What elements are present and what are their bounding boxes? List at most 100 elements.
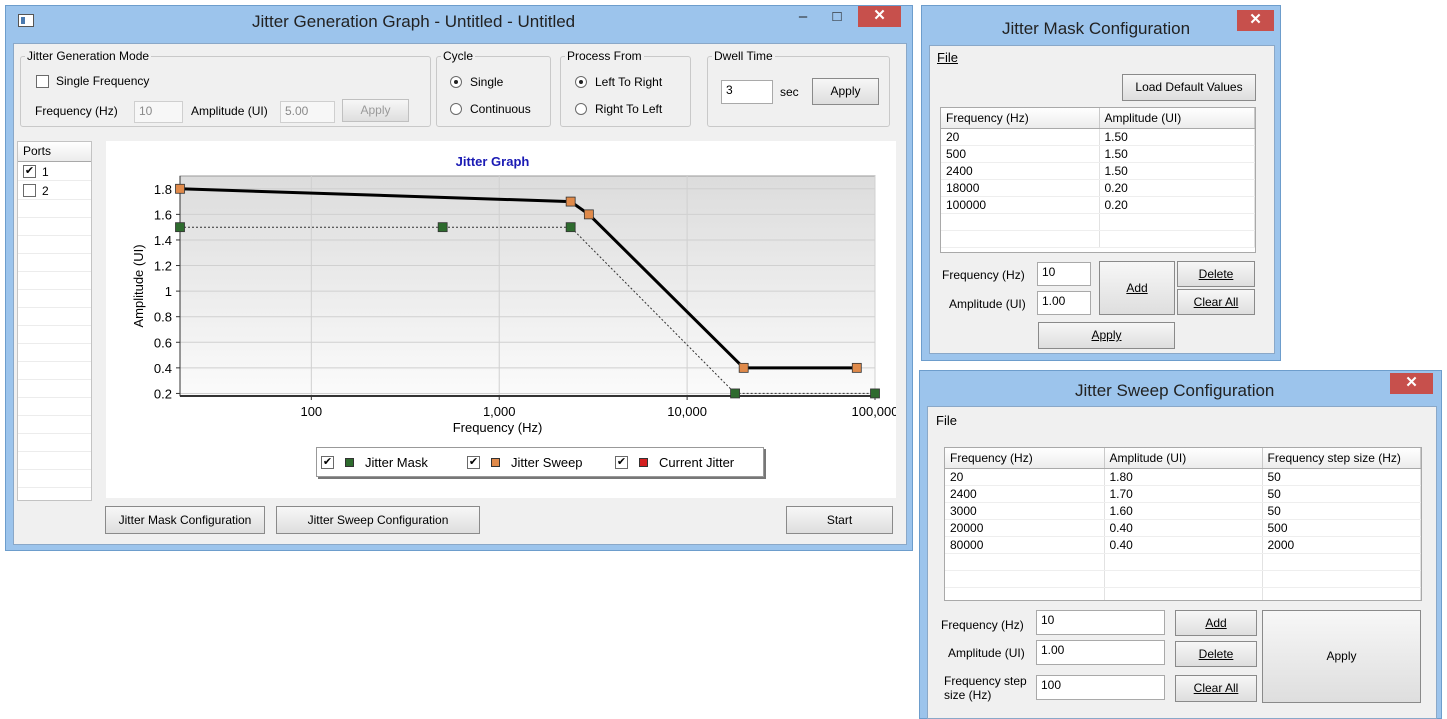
right-to-left-radio[interactable] [575,103,587,115]
mode-amplitude-input[interactable]: 5.00 [280,101,335,123]
mask-amplitude-label: Amplitude (UI) [949,297,1026,311]
table-row[interactable]: 3000 1.60 50 [945,502,1421,520]
sweep-titlebar[interactable]: Jitter Sweep Configuration ✕ [920,371,1441,401]
table-cell: 20000 [945,519,1105,537]
port-empty-row [18,272,91,290]
mask-close-button[interactable]: ✕ [1237,10,1274,31]
main-window-title: Jitter Generation Graph - Untitled - Unt… [252,12,576,31]
jitter-generation-window: Jitter Generation Graph - Untitled - Unt… [5,5,913,551]
table-cell: 1.50 [1099,145,1255,163]
table-cell: 18000 [941,179,1100,197]
port-empty-row [18,434,91,452]
sweep-apply-button[interactable]: Apply [1262,610,1421,703]
table-row[interactable]: 2400 1.70 50 [945,485,1421,503]
table-cell: 500 [941,145,1100,163]
main-close-button[interactable]: ✕ [858,6,901,27]
jitter-sweep-point [175,183,185,194]
dwell-apply-button[interactable]: Apply [812,78,879,105]
table-cell: 1.50 [1099,162,1255,180]
table-cell [1104,570,1263,588]
mask-frequency-input[interactable]: 10 [1037,262,1091,286]
sweep-amplitude-input[interactable]: 1.00 [1036,640,1165,665]
load-default-values-button[interactable]: Load Default Values [1122,74,1256,101]
single-frequency-checkbox[interactable] [36,75,49,88]
sweep-col-amplitude[interactable]: Amplitude (UI) [1104,448,1263,469]
table-row[interactable]: 20 1.50 [941,128,1255,146]
legend-label: Current Jitter [659,455,735,470]
sweep-file-menu[interactable]: File [936,413,957,428]
legend-checkbox[interactable]: ✔ [615,456,628,469]
cycle-continuous-radio[interactable] [450,103,462,115]
sweep-col-step[interactable]: Frequency step size (Hz) [1262,448,1421,469]
mode-apply-button[interactable]: Apply [342,99,409,122]
legend-checkbox[interactable]: ✔ [321,456,334,469]
mask-col-frequency[interactable]: Frequency (Hz) [941,108,1100,129]
port-item[interactable]: 2 [18,181,91,200]
sweep-step-input[interactable]: 100 [1036,675,1165,700]
table-row[interactable]: 20 1.80 50 [945,468,1421,486]
port-empty-row [18,470,91,488]
jitter-sweep-point [583,209,594,220]
y-axis-label: Amplitude (UI) [131,244,146,327]
port-checkbox[interactable]: ✔ [23,165,36,178]
x-axis-label: Frequency (Hz) [453,420,543,435]
mode-frequency-input[interactable]: 10 [134,101,183,123]
jitter-sweep-config-button[interactable]: Jitter Sweep Configuration [276,506,480,534]
table-cell [945,553,1105,571]
sweep-client-area: File Frequency (Hz) Amplitude (UI) Frequ… [927,406,1437,719]
sweep-clear-all-button[interactable]: Clear All [1175,675,1257,702]
sweep-close-button[interactable]: ✕ [1390,373,1433,394]
table-row[interactable]: 500 1.50 [941,145,1255,163]
table-cell: 0.20 [1099,179,1255,197]
mask-delete-button[interactable]: Delete [1177,261,1255,287]
table-empty-row [945,570,1421,588]
mask-apply-button[interactable]: Apply [1038,322,1175,349]
jitter-graph: 1.8 1.6 1.4 1.2 1 0.8 0.6 0.4 0.2 100 1,000 10,000 1… [131,154,896,435]
table-row[interactable]: 80000 0.40 2000 [945,536,1421,554]
minimize-icon[interactable]: – [790,8,816,26]
port-label: 2 [42,184,49,198]
table-cell: 1.70 [1104,485,1263,503]
sweep-frequency-label: Frequency (Hz) [941,618,1024,632]
table-empty-row [941,213,1255,231]
mask-amplitude-input[interactable]: 1.00 [1037,291,1091,315]
sweep-frequency-input[interactable]: 10 [1036,610,1165,635]
graph-panel: 1.8 1.6 1.4 1.2 1 0.8 0.6 0.4 0.2 100 1,000 10,000 1… [106,141,896,498]
jitter-mask-window: Jitter Mask Configuration ✕ File Load De… [921,5,1281,361]
dwell-time-input[interactable]: 3 [721,80,773,104]
sweep-add-button[interactable]: Add [1175,610,1257,636]
table-row[interactable]: 18000 0.20 [941,179,1255,197]
port-empty-row [18,290,91,308]
sweep-delete-button[interactable]: Delete [1175,641,1257,667]
mask-titlebar[interactable]: Jitter Mask Configuration ✕ [922,6,1280,38]
x-tick-label: 1,000 [483,404,516,419]
main-titlebar[interactable]: Jitter Generation Graph - Untitled - Unt… [6,6,912,36]
table-cell [1104,553,1263,571]
jitter-mode-group: Jitter Generation Mode Single Frequency … [20,49,431,127]
y-tick-label: 1.2 [154,259,172,274]
mask-file-menu[interactable]: File [937,50,958,65]
table-cell: 3000 [945,502,1105,520]
cycle-single-radio[interactable] [450,76,462,88]
port-checkbox[interactable] [23,184,36,197]
jitter-mask-config-button[interactable]: Jitter Mask Configuration [105,506,265,534]
table-cell [945,587,1105,600]
mask-clear-all-button[interactable]: Clear All [1177,289,1255,315]
cycle-group: Cycle Single Continuous [436,49,551,127]
table-row[interactable]: 2400 1.50 [941,162,1255,180]
mask-add-button[interactable]: Add [1099,261,1175,315]
left-to-right-radio[interactable] [575,76,587,88]
legend-swatch [639,458,648,467]
table-cell: 500 [1262,519,1421,537]
sweep-col-frequency[interactable]: Frequency (Hz) [945,448,1105,469]
maximize-icon[interactable]: □ [824,8,850,26]
table-row[interactable]: 100000 0.20 [941,196,1255,214]
mode-frequency-label: Frequency (Hz) [35,104,118,118]
legend-checkbox[interactable]: ✔ [467,456,480,469]
table-cell: 0.40 [1104,536,1263,554]
table-row[interactable]: 20000 0.40 500 [945,519,1421,537]
start-button[interactable]: Start [786,506,893,534]
mask-col-amplitude[interactable]: Amplitude (UI) [1099,108,1255,129]
table-cell [945,570,1105,588]
port-item[interactable]: ✔ 1 [18,162,91,181]
